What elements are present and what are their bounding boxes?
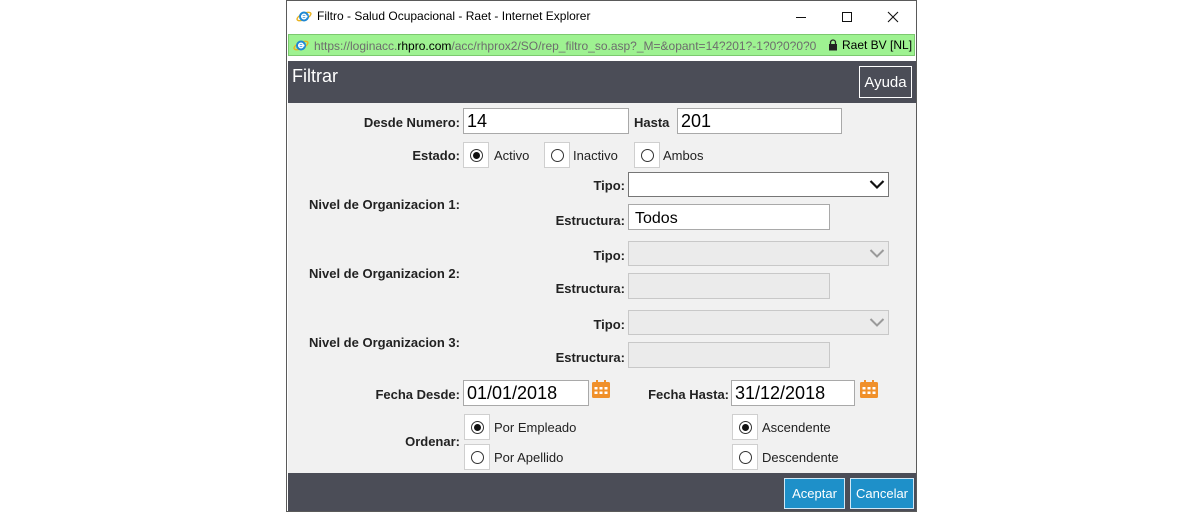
estado-ambos-label: Ambos bbox=[663, 148, 704, 163]
internet-explorer-icon bbox=[296, 11, 312, 22]
nivel-1-estructura-input[interactable]: Todos bbox=[628, 204, 830, 230]
radio-dot bbox=[469, 148, 483, 162]
estado-activo-label: Activo bbox=[494, 148, 530, 163]
por-empleado-label: Por Empleado bbox=[494, 420, 577, 435]
lock-icon bbox=[829, 39, 837, 51]
hasta-label: Hasta bbox=[634, 115, 670, 130]
close-button[interactable] bbox=[870, 1, 916, 32]
chevron-down-icon bbox=[869, 249, 885, 258]
nivel-2-tipo-label: Tipo: bbox=[593, 248, 625, 263]
nivel-3-label: Nivel de Organizacion 3: bbox=[309, 335, 460, 350]
radio-dot bbox=[550, 148, 564, 162]
fecha-hasta-label: Fecha Hasta: bbox=[648, 387, 729, 402]
close-icon bbox=[887, 11, 899, 22]
nivel-1-tipo-label: Tipo: bbox=[593, 178, 625, 193]
estado-inactivo-label: Inactivo bbox=[573, 148, 618, 163]
internet-explorer-icon bbox=[293, 40, 309, 51]
descendente-label: Descendente bbox=[762, 450, 839, 465]
nivel-3-tipo-select[interactable] bbox=[628, 310, 889, 335]
por-empleado-radio[interactable] bbox=[464, 414, 490, 440]
estado-inactivo-radio[interactable] bbox=[544, 142, 570, 168]
nivel-2-label: Nivel de Organizacion 2: bbox=[309, 266, 460, 281]
fecha-hasta-input[interactable]: 31/12/2018 bbox=[731, 380, 855, 406]
por-apellido-label: Por Apellido bbox=[494, 450, 564, 465]
fecha-desde-input[interactable]: 01/01/2018 bbox=[463, 380, 589, 406]
nivel-1-estructura-label: Estructura: bbox=[555, 213, 625, 228]
descendente-radio[interactable] bbox=[732, 444, 758, 470]
url-host: rhpro.com bbox=[397, 39, 452, 53]
nivel-2-estructura-label: Estructura: bbox=[555, 281, 625, 296]
calendar-icon[interactable] bbox=[859, 379, 879, 399]
cancel-button[interactable]: Cancelar bbox=[850, 478, 914, 509]
radio-dot bbox=[738, 420, 752, 434]
url-path: /acc/rhprox2/SO/rep_filtro_so.asp?_M=&op… bbox=[451, 39, 817, 53]
fecha-desde-label: Fecha Desde: bbox=[375, 387, 460, 402]
window-title: Filtro - Salud Ocupacional - Raet - Inte… bbox=[317, 9, 591, 23]
nivel-1-label: Nivel de Organizacion 1: bbox=[309, 197, 460, 212]
url-text[interactable]: https://loginacc.rhpro.com/acc/rhprox2/S… bbox=[314, 39, 820, 53]
ascendente-radio[interactable] bbox=[732, 414, 758, 440]
desde-numero-input[interactable]: 14 bbox=[463, 108, 629, 134]
desde-numero-label: Desde Numero: bbox=[363, 115, 460, 130]
maximize-icon bbox=[842, 11, 852, 22]
calendar-icon[interactable] bbox=[591, 379, 611, 399]
nivel-3-estructura-input[interactable] bbox=[628, 342, 830, 368]
nivel-1-tipo-select[interactable] bbox=[628, 172, 889, 197]
hasta-input[interactable]: 201 bbox=[677, 108, 842, 134]
estado-activo-radio[interactable] bbox=[463, 142, 489, 168]
chevron-down-icon bbox=[869, 318, 885, 327]
nivel-2-tipo-select[interactable] bbox=[628, 241, 889, 266]
nivel-1-estructura-value: Todos bbox=[635, 210, 678, 227]
maximize-button[interactable] bbox=[824, 1, 870, 32]
minimize-icon bbox=[796, 16, 806, 18]
ordenar-label: Ordenar: bbox=[405, 434, 460, 449]
radio-dot bbox=[640, 148, 654, 162]
estado-ambos-radio[interactable] bbox=[634, 142, 660, 168]
site-identity-label: Raet BV [NL] bbox=[842, 38, 913, 52]
estado-label: Estado: bbox=[412, 148, 460, 163]
dialog-window: Filtro - Salud Ocupacional - Raet - Inte… bbox=[286, 0, 917, 512]
dialog-title: Filtrar bbox=[292, 66, 338, 86]
url-prefix: https://loginacc. bbox=[314, 39, 398, 53]
nivel-2-estructura-input[interactable] bbox=[628, 273, 830, 299]
address-bar[interactable]: https://loginacc.rhpro.com/acc/rhprox2/S… bbox=[288, 34, 915, 56]
title-bar: Filtro - Salud Ocupacional - Raet - Inte… bbox=[287, 1, 916, 32]
nivel-3-tipo-label: Tipo: bbox=[593, 317, 625, 332]
radio-dot bbox=[738, 450, 752, 464]
filter-form: Desde Numero: 14 Hasta 201 Estado: Activ… bbox=[288, 103, 916, 473]
por-apellido-radio[interactable] bbox=[464, 444, 490, 470]
accept-button[interactable]: Aceptar bbox=[784, 478, 845, 509]
help-button[interactable]: Ayuda bbox=[859, 66, 912, 98]
minimize-button[interactable] bbox=[778, 1, 824, 32]
site-identity[interactable]: Raet BV [NL] bbox=[828, 38, 912, 52]
ascendente-label: Ascendente bbox=[762, 420, 831, 435]
radio-dot bbox=[470, 450, 484, 464]
nivel-3-estructura-label: Estructura: bbox=[555, 350, 625, 365]
radio-dot bbox=[470, 420, 484, 434]
chevron-down-icon bbox=[869, 180, 885, 190]
dialog-footer: Aceptar Cancelar bbox=[288, 473, 916, 511]
dialog-header: Filtrar Ayuda bbox=[288, 61, 916, 103]
